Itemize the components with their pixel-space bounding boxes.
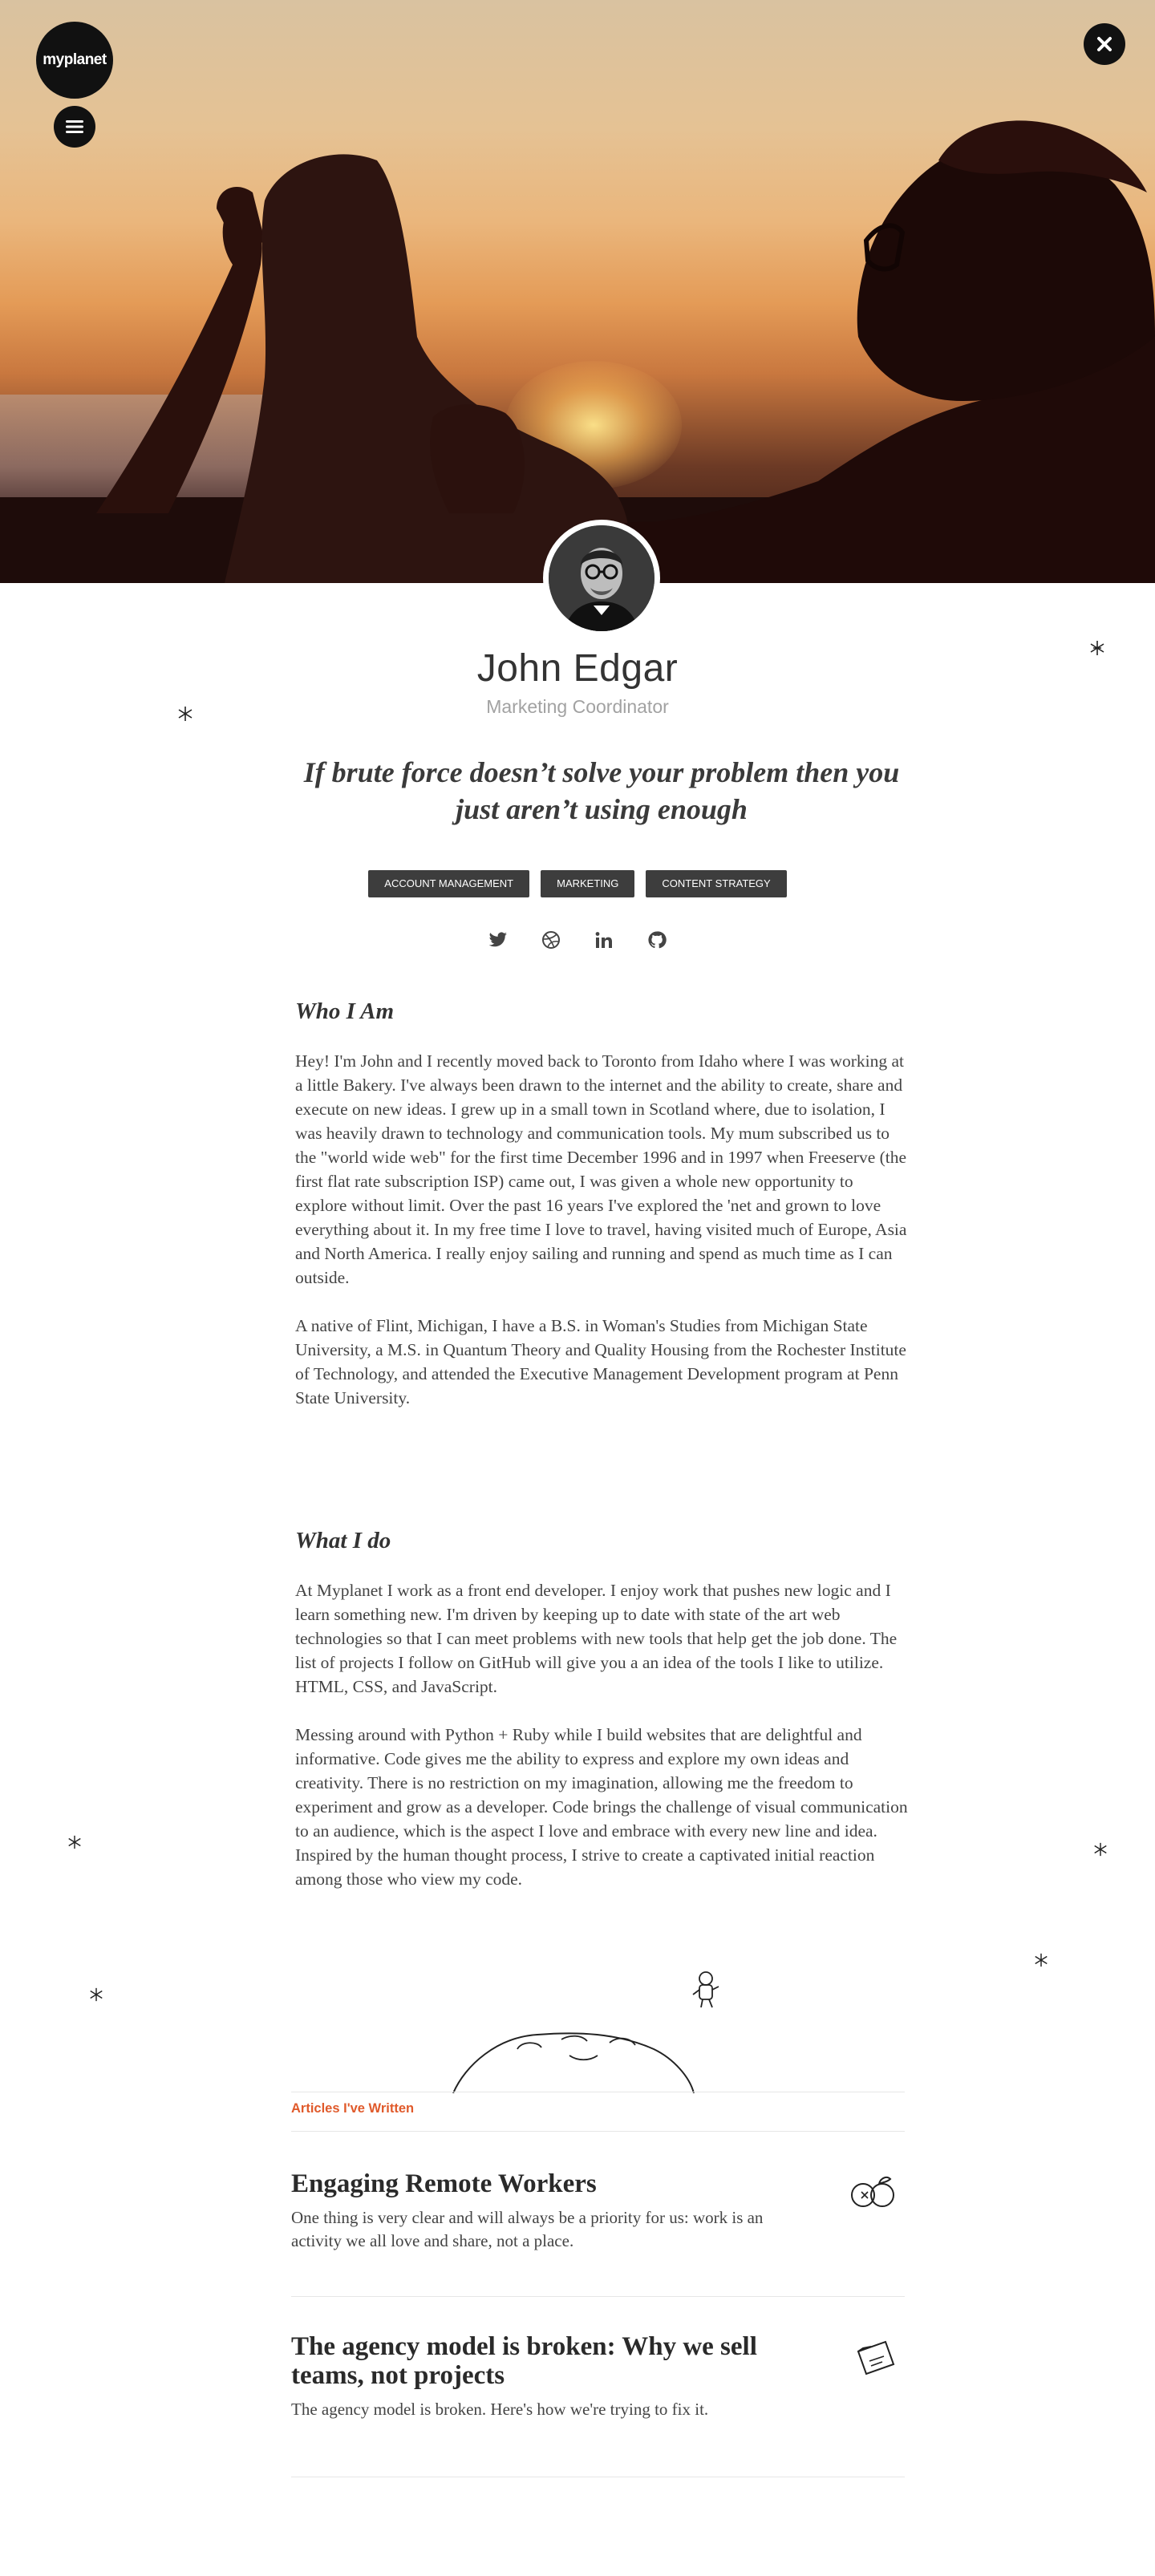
profile-name: John Edgar bbox=[476, 647, 679, 690]
hamburger-icon bbox=[66, 120, 83, 133]
github-icon[interactable] bbox=[646, 929, 668, 951]
profile-quote: If brute force doesn’t solve your proble… bbox=[303, 756, 900, 825]
hero-image bbox=[0, 0, 1155, 583]
who-section: Who I Am Hey! I'm John and I recently mo… bbox=[295, 998, 909, 1434]
doodle-apples-icon bbox=[851, 2177, 894, 2207]
tag-marketing[interactable]: MARKETING bbox=[541, 870, 635, 897]
close-icon bbox=[1097, 37, 1112, 51]
twitter-icon[interactable] bbox=[487, 929, 509, 951]
avatar-portrait bbox=[549, 525, 654, 631]
star-icon bbox=[1094, 1842, 1107, 1857]
star-icon bbox=[178, 707, 192, 721]
who-paragraph-2: A native of Flint, Michigan, I have a B.… bbox=[295, 1316, 906, 1407]
star-icon bbox=[1090, 641, 1104, 655]
linkedin-icon[interactable] bbox=[593, 929, 615, 951]
planet-doodle-icon bbox=[452, 1971, 719, 2093]
tag-list: ACCOUNT MANAGEMENT MARKETING CONTENT STR… bbox=[0, 870, 1155, 897]
tag-account-management[interactable]: ACCOUNT MANAGEMENT bbox=[368, 870, 530, 897]
articles-label: Articles I've Written bbox=[291, 2101, 415, 2116]
article-title[interactable]: Engaging Remote Workers bbox=[291, 2169, 804, 2198]
star-icon bbox=[68, 1835, 81, 1849]
star-icon bbox=[1035, 1953, 1048, 1967]
social-links bbox=[0, 929, 1155, 951]
doodle-folder-icon bbox=[857, 2340, 895, 2376]
article-summary: The agency model is broken. Here's how w… bbox=[291, 2400, 709, 2419]
who-heading: Who I Am bbox=[295, 998, 395, 1024]
article-card[interactable]: The agency model is broken: Why we sell … bbox=[291, 2332, 905, 2421]
divider bbox=[291, 2131, 905, 2132]
divider bbox=[291, 2296, 905, 2297]
brand-logo-text: myplanet bbox=[43, 51, 107, 68]
hero-silhouette bbox=[96, 120, 1155, 583]
what-paragraph-1: At Myplanet I work as a front end develo… bbox=[295, 1581, 898, 1696]
tag-content-strategy[interactable]: CONTENT STRATEGY bbox=[646, 870, 787, 897]
article-card[interactable]: Engaging Remote Workers One thing is ver… bbox=[291, 2169, 905, 2253]
article-summary: One thing is very clear and will always … bbox=[291, 2208, 764, 2250]
star-icon bbox=[90, 1987, 103, 2002]
dribbble-icon[interactable] bbox=[540, 929, 562, 951]
menu-button[interactable] bbox=[54, 106, 95, 148]
who-paragraph-1: Hey! I'm John and I recently moved back … bbox=[295, 1051, 907, 1287]
profile-role: Marketing Coordinator bbox=[486, 696, 669, 717]
avatar bbox=[543, 520, 660, 637]
what-section: What I do At Myplanet I work as a front … bbox=[295, 1528, 909, 1915]
what-paragraph-2: Messing around with Python + Ruby while … bbox=[295, 1725, 908, 1889]
close-button[interactable] bbox=[1084, 23, 1125, 65]
article-title[interactable]: The agency model is broken: Why we sell … bbox=[291, 2332, 804, 2390]
what-heading: What I do bbox=[295, 1528, 391, 1553]
brand-logo[interactable]: myplanet bbox=[36, 22, 113, 99]
